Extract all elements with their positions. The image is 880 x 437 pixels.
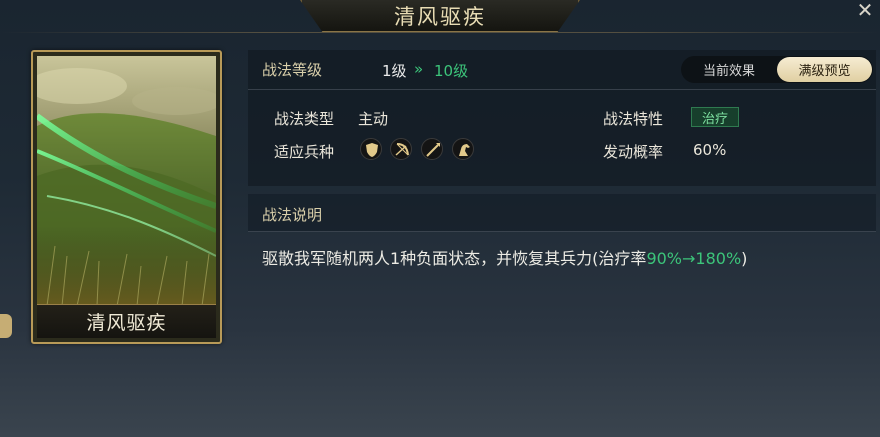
level-max: 10级 <box>434 62 469 80</box>
skill-card: 清风驱疾 <box>31 50 222 344</box>
current-effect-tab[interactable]: 当前效果 <box>681 56 777 83</box>
skill-type-label: 战法类型 <box>274 110 335 128</box>
heal-rate-arrow-icon: → <box>682 249 696 268</box>
level-arrow-icon: » <box>414 60 423 78</box>
trigger-chance-value: 60% <box>693 141 727 159</box>
window-title: 清风驱疾 <box>394 4 486 29</box>
skill-type-value: 主动 <box>358 110 389 128</box>
heal-rate-from: 90% <box>646 249 682 268</box>
level-label: 战法等级 <box>262 61 323 79</box>
trait-badge: 治疗 <box>691 107 739 127</box>
bow-icon[interactable] <box>390 138 412 160</box>
card-name: 清风驱疾 <box>37 304 216 338</box>
shield-icon[interactable] <box>360 138 382 160</box>
spear-icon[interactable] <box>421 138 443 160</box>
skill-artwork <box>37 56 216 306</box>
description-text: 驱散我军随机两人1种负面状态，并恢复其兵力(治疗率90%→180%) <box>262 245 747 269</box>
level-current: 1级 <box>382 62 407 80</box>
max-level-preview-tab[interactable]: 满级预览 <box>777 57 872 82</box>
troops-label: 适应兵种 <box>274 143 335 161</box>
title-banner: 清风驱疾 <box>300 0 580 32</box>
heal-rate-to: 180% <box>695 249 742 268</box>
attributes-panel: 战法等级 1级 » 10级 当前效果 满级预览 战法类型 主动 战法特性 治疗 … <box>248 50 876 186</box>
description-title: 战法说明 <box>262 206 323 224</box>
description-header: 战法说明 <box>248 194 876 232</box>
skill-trait-label: 战法特性 <box>603 110 664 128</box>
title-divider <box>0 32 880 33</box>
description-suffix: ) <box>741 249 748 268</box>
effect-toggle[interactable]: 当前效果 满级预览 <box>681 56 873 83</box>
level-header: 战法等级 1级 » 10级 当前效果 满级预览 <box>248 50 876 90</box>
horse-icon[interactable] <box>452 138 474 160</box>
close-button[interactable]: ✕ <box>854 0 876 22</box>
side-tab-arrow-icon[interactable] <box>0 314 12 338</box>
trigger-chance-label: 发动概率 <box>603 143 664 161</box>
description-main: 驱散我军随机两人1种负面状态，并恢复其兵力(治疗率 <box>262 249 647 268</box>
